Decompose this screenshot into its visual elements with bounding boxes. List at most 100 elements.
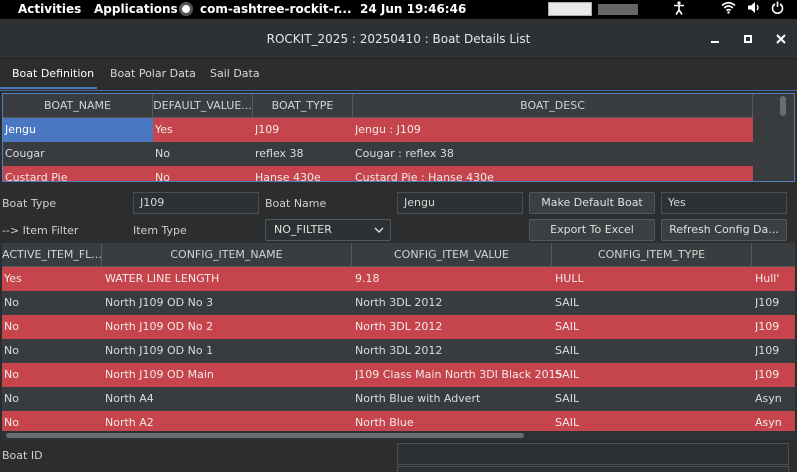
- cell-active-flag[interactable]: No: [4, 411, 19, 431]
- cell-boat-name[interactable]: Jengu: [3, 118, 153, 142]
- col-boat-type[interactable]: BOAT_TYPE: [253, 94, 353, 118]
- power-icon[interactable]: [771, 1, 784, 19]
- activities-button[interactable]: Activities: [18, 2, 81, 16]
- cell-item-value[interactable]: North 3DL 2012: [355, 291, 442, 315]
- table-row[interactable]: Yes WATER LINE LENGTH 9.18 HULL Hull': [2, 267, 795, 291]
- table-row[interactable]: Cougar No reflex 38 Cougar : reflex 38: [3, 142, 794, 166]
- cell-item-name[interactable]: WATER LINE LENGTH: [105, 267, 219, 291]
- volume-icon[interactable]: [747, 1, 761, 19]
- item-type-selected: NO_FILTER: [274, 223, 332, 236]
- next-field[interactable]: [397, 466, 789, 472]
- cell-item-value[interactable]: North 3DL 2012: [355, 339, 442, 363]
- cell-boat-desc[interactable]: Jengu : J109: [355, 118, 421, 142]
- cell-item-value[interactable]: North Blue with Advert: [355, 387, 480, 411]
- item-filter-label: --> Item Filter: [2, 224, 79, 237]
- cell-item-value[interactable]: 9.18: [355, 267, 380, 291]
- cell-default-value[interactable]: No: [155, 142, 170, 166]
- col-config-item-extra[interactable]: [752, 243, 795, 267]
- col-default-value[interactable]: DEFAULT_VALUE...: [153, 94, 253, 118]
- col-config-item-value[interactable]: CONFIG_ITEM_VALUE: [352, 243, 552, 267]
- table-row[interactable]: No North A2 North Blue SAIL Asyn: [2, 411, 795, 431]
- config-table[interactable]: ACTIVE_ITEM_FL... CONFIG_ITEM_NAME CONFI…: [2, 243, 795, 431]
- cell-item-name[interactable]: North J109 OD Main: [105, 363, 214, 387]
- applications-menu[interactable]: Applications: [94, 2, 178, 16]
- cell-item-type[interactable]: SAIL: [555, 291, 579, 315]
- cell-default-value[interactable]: No: [155, 166, 170, 181]
- cell-boat-type[interactable]: reflex 38: [255, 142, 304, 166]
- table-row[interactable]: No North J109 OD Main J109 Class Main No…: [2, 363, 795, 387]
- accessibility-icon[interactable]: [673, 1, 685, 20]
- boat-table-scrollbar[interactable]: [780, 96, 786, 116]
- cell-active-flag[interactable]: No: [4, 363, 19, 387]
- cell-item-extra[interactable]: J109: [755, 339, 795, 363]
- cell-active-flag[interactable]: Yes: [4, 267, 22, 291]
- cell-item-name[interactable]: North J109 OD No 2: [105, 315, 213, 339]
- cell-item-name[interactable]: North J109 OD No 3: [105, 291, 213, 315]
- cell-item-value[interactable]: North 3DL 2012: [355, 315, 442, 339]
- maximize-icon[interactable]: [739, 30, 757, 48]
- table-row[interactable]: No North A4 North Blue with Advert SAIL …: [2, 387, 795, 411]
- col-boat-desc[interactable]: BOAT_DESC: [353, 94, 753, 118]
- minimize-icon[interactable]: [706, 30, 724, 48]
- boat-table[interactable]: BOAT_NAME DEFAULT_VALUE... BOAT_TYPE BOA…: [2, 93, 795, 182]
- cell-boat-name[interactable]: Custard Pie: [5, 166, 67, 181]
- cell-item-extra[interactable]: Asyn: [755, 387, 795, 411]
- cell-item-type[interactable]: SAIL: [555, 339, 579, 363]
- col-boat-name[interactable]: BOAT_NAME: [3, 94, 153, 118]
- cell-item-type[interactable]: SAIL: [555, 363, 579, 387]
- close-icon[interactable]: [772, 30, 790, 48]
- default-value-field[interactable]: Yes: [661, 192, 787, 214]
- make-default-boat-button[interactable]: Make Default Boat: [529, 192, 655, 214]
- cell-item-extra[interactable]: Asyn: [755, 411, 795, 431]
- cell-boat-type[interactable]: J109: [255, 118, 279, 142]
- cell-item-value[interactable]: North Blue: [355, 411, 414, 431]
- window-title: ROCKIT_2025 : 20250410 : Boat Details Li…: [266, 32, 531, 46]
- cell-item-type[interactable]: HULL: [555, 267, 584, 291]
- cell-item-extra[interactable]: J109: [755, 363, 795, 387]
- boat-table-header: BOAT_NAME DEFAULT_VALUE... BOAT_TYPE BOA…: [3, 94, 794, 118]
- cell-item-name[interactable]: North J109 OD No 1: [105, 339, 213, 363]
- app-menu-label[interactable]: com-ashtree-rockit-r...: [200, 2, 352, 16]
- config-table-scroll-thumb[interactable]: [6, 433, 524, 438]
- export-to-excel-button[interactable]: Export To Excel: [529, 219, 655, 241]
- item-type-select[interactable]: NO_FILTER: [265, 219, 391, 241]
- tab-boat-polar-data[interactable]: Boat Polar Data: [110, 60, 196, 89]
- cell-boat-desc[interactable]: Custard Pie : Hanse 430e: [355, 166, 494, 181]
- refresh-config-button[interactable]: Refresh Config Da...: [661, 219, 787, 241]
- window-titlebar: ROCKIT_2025 : 20250410 : Boat Details Li…: [0, 19, 797, 59]
- cell-default-value[interactable]: Yes: [155, 118, 173, 142]
- boat-type-field[interactable]: J109: [133, 192, 259, 214]
- cell-item-type[interactable]: SAIL: [555, 387, 579, 411]
- tab-boat-definition[interactable]: Boat Definition: [0, 60, 97, 89]
- table-row[interactable]: Custard Pie No Hanse 430e Custard Pie : …: [3, 166, 794, 181]
- table-row[interactable]: No North J109 OD No 3 North 3DL 2012 SAI…: [2, 291, 795, 315]
- col-config-item-name[interactable]: CONFIG_ITEM_NAME: [102, 243, 352, 267]
- wifi-icon[interactable]: [721, 1, 736, 19]
- cell-item-extra[interactable]: J109: [755, 315, 795, 339]
- cell-boat-type[interactable]: Hanse 430e: [255, 166, 321, 181]
- col-active-item-flag[interactable]: ACTIVE_ITEM_FL...: [2, 243, 102, 267]
- cell-boat-name[interactable]: Cougar: [5, 142, 45, 166]
- cell-active-flag[interactable]: No: [4, 387, 19, 411]
- table-row[interactable]: No North J109 OD No 2 North 3DL 2012 SAI…: [2, 315, 795, 339]
- boat-name-field[interactable]: Jengu: [397, 192, 523, 214]
- boat-id-field[interactable]: [397, 443, 789, 465]
- cell-item-name[interactable]: North A4: [105, 387, 154, 411]
- cell-boat-desc[interactable]: Cougar : reflex 38: [355, 142, 454, 166]
- tray-input[interactable]: [548, 2, 592, 16]
- table-row[interactable]: No North J109 OD No 1 North 3DL 2012 SAI…: [2, 339, 795, 363]
- cell-item-type[interactable]: SAIL: [555, 411, 579, 431]
- cell-item-extra[interactable]: Hull': [755, 267, 795, 291]
- col-config-item-type[interactable]: CONFIG_ITEM_TYPE: [552, 243, 752, 267]
- system-top-bar: Activities Applications com-ashtree-rock…: [0, 0, 797, 19]
- tab-sail-data[interactable]: Sail Data: [210, 60, 260, 89]
- cell-active-flag[interactable]: No: [4, 291, 19, 315]
- table-row[interactable]: Jengu Yes J109 Jengu : J109: [3, 118, 794, 142]
- cell-item-extra[interactable]: J109: [755, 291, 795, 315]
- cell-active-flag[interactable]: No: [4, 339, 19, 363]
- cell-item-value[interactable]: J109 Class Main North 3DI Black 2015: [355, 363, 563, 387]
- cell-item-type[interactable]: SAIL: [555, 315, 579, 339]
- clock[interactable]: 24 Jun 19:46:46: [360, 2, 466, 16]
- cell-item-name[interactable]: North A2: [105, 411, 154, 431]
- cell-active-flag[interactable]: No: [4, 315, 19, 339]
